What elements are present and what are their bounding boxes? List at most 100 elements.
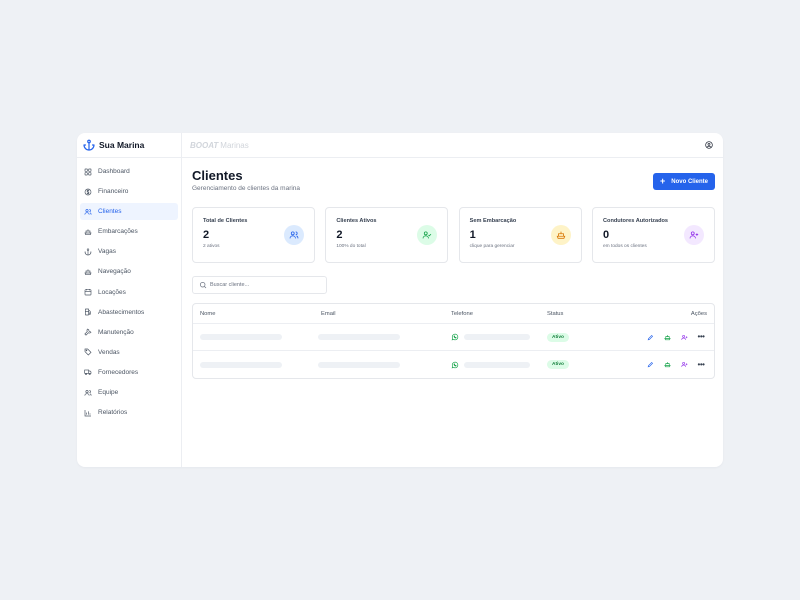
sidebar-nav: Dashboard Financeiro Clientes Embarcaçõe… bbox=[77, 158, 181, 421]
sidebar-item-manutencao[interactable]: Manutenção bbox=[80, 324, 178, 341]
sidebar-item-locacoes[interactable]: Locações bbox=[80, 284, 178, 301]
sidebar-item-label: Dashboard bbox=[98, 168, 130, 175]
page-title: Clientes bbox=[192, 168, 243, 183]
sidebar-item-abastecimentos[interactable]: Abastecimentos bbox=[80, 304, 178, 321]
whatsapp-icon[interactable] bbox=[451, 361, 459, 369]
chart-icon bbox=[84, 409, 91, 416]
name-placeholder bbox=[200, 334, 282, 340]
ship-icon bbox=[84, 269, 92, 275]
column-header-actions: Ações bbox=[690, 310, 707, 317]
sidebar-item-financeiro[interactable]: Financeiro bbox=[80, 183, 178, 200]
users-icon bbox=[84, 208, 92, 215]
email-placeholder bbox=[318, 361, 400, 368]
truck-icon bbox=[84, 370, 92, 376]
column-header-status[interactable]: Status bbox=[547, 311, 563, 317]
status-badge: Ativo bbox=[547, 332, 569, 342]
anchor-icon bbox=[84, 248, 92, 256]
fuel-icon bbox=[85, 308, 91, 316]
brand-name: Sua Marina bbox=[99, 140, 145, 150]
column-header-email[interactable]: Email bbox=[321, 311, 336, 317]
users-icon bbox=[289, 231, 299, 239]
page-body: Clientes Gerenciamento de clientes da ma… bbox=[182, 169, 723, 379]
ship-icon bbox=[663, 362, 671, 368]
ship-icon bbox=[84, 229, 92, 235]
sidebar-item-clientes[interactable]: Clientes bbox=[80, 203, 178, 221]
table-row[interactable]: Ativo ••• bbox=[193, 351, 714, 378]
new-client-button-label: Novo Cliente bbox=[671, 178, 708, 185]
sidebar-item-equipe[interactable]: Equipe bbox=[80, 384, 178, 401]
topbar-logo: BOOAT Marinas bbox=[190, 141, 249, 150]
page-header: Clientes Gerenciamento de clientes da ma… bbox=[192, 169, 715, 192]
sidebar-item-dashboard[interactable]: Dashboard bbox=[80, 163, 178, 180]
topbar-logo-rest: Marinas bbox=[220, 140, 249, 150]
ship-icon bbox=[556, 231, 566, 239]
stat-card-note: clique para gerenciar bbox=[469, 244, 515, 249]
search-input[interactable] bbox=[210, 282, 320, 288]
stat-card-note: 100% do total bbox=[336, 244, 366, 249]
sidebar-item-label: Embarcações bbox=[98, 228, 138, 236]
new-client-button[interactable]: + Novo Cliente bbox=[653, 173, 715, 190]
boat-button[interactable] bbox=[663, 333, 671, 341]
email-placeholder bbox=[318, 334, 400, 340]
pencil-icon bbox=[647, 334, 653, 340]
sidebar-item-label: Clientes bbox=[98, 208, 122, 216]
driver-button[interactable] bbox=[680, 333, 688, 341]
sidebar-item-label: Relatórios bbox=[98, 409, 128, 417]
sidebar-item-label: Fornecedores bbox=[98, 368, 139, 376]
driver-button[interactable] bbox=[680, 361, 688, 369]
user-check-icon bbox=[422, 231, 432, 239]
stat-card-drivers: Condutores Autorizados 0 em todos os cli… bbox=[591, 207, 715, 263]
ship-icon bbox=[663, 334, 671, 340]
boat-button[interactable] bbox=[663, 361, 671, 369]
sidebar-item-embarcacoes[interactable]: Embarcações bbox=[80, 223, 178, 240]
stat-card-note: em todos os clientes bbox=[602, 244, 647, 249]
search-field[interactable] bbox=[192, 276, 327, 294]
sidebar-item-label: Abastecimentos bbox=[98, 308, 145, 316]
stat-card-without-boat[interactable]: Sem Embarcação 1 clique para gerenciar bbox=[458, 207, 582, 263]
sidebar-item-vagas[interactable]: Vagas bbox=[80, 243, 178, 260]
sidebar-item-label: Vagas bbox=[98, 248, 116, 256]
topbar-logo-bold: BOOAT bbox=[190, 140, 219, 150]
page-subtitle: Gerenciamento de clientes da marina bbox=[192, 185, 301, 192]
sidebar-item-navegacao[interactable]: Navegação bbox=[80, 263, 178, 280]
more-options-icon[interactable]: ••• bbox=[697, 333, 705, 341]
name-placeholder bbox=[200, 361, 282, 368]
phone-placeholder bbox=[464, 361, 530, 368]
column-header-name[interactable]: Nome bbox=[200, 311, 215, 317]
user-plus-icon bbox=[680, 334, 687, 340]
anchor-icon bbox=[83, 139, 95, 151]
main-content: BOOAT Marinas Clientes Gerenciamento de c… bbox=[182, 133, 723, 467]
topbar: BOOAT Marinas bbox=[182, 133, 723, 158]
brand[interactable]: Sua Marina bbox=[77, 133, 181, 158]
sidebar-item-relatorios[interactable]: Relatórios bbox=[80, 404, 178, 421]
stat-card-icon-wrap bbox=[550, 225, 571, 245]
pencil-icon bbox=[647, 362, 653, 368]
sidebar-item-label: Financeiro bbox=[98, 188, 129, 196]
user-circle-icon bbox=[705, 141, 713, 149]
dollar-icon bbox=[84, 188, 92, 195]
stat-card-icon-wrap bbox=[417, 225, 438, 245]
sidebar: Sua Marina Dashboard Financeiro Clientes… bbox=[77, 133, 182, 467]
column-header-phone[interactable]: Telefone bbox=[451, 311, 473, 317]
clients-table: Nome Email Telefone Status Ações Ativo •… bbox=[192, 303, 715, 379]
edit-button[interactable] bbox=[646, 333, 654, 341]
stat-card-title: Sem Embarcação bbox=[469, 218, 517, 224]
sidebar-item-label: Navegação bbox=[98, 268, 131, 276]
edit-button[interactable] bbox=[646, 361, 654, 369]
sidebar-item-label: Locações bbox=[98, 288, 126, 296]
stat-card-note: 2 ativos bbox=[203, 244, 220, 249]
user-menu-button[interactable] bbox=[704, 140, 714, 150]
stats-cards: Total de Clientes 2 2 ativos Clientes At… bbox=[192, 207, 715, 263]
tag-icon bbox=[84, 349, 92, 356]
sidebar-item-fornecedores[interactable]: Fornecedores bbox=[80, 364, 178, 381]
sidebar-item-vendas[interactable]: Vendas bbox=[80, 344, 178, 361]
whatsapp-icon[interactable] bbox=[451, 333, 459, 341]
table-row[interactable]: Ativo ••• bbox=[193, 324, 714, 351]
user-plus-icon bbox=[680, 361, 687, 367]
more-options-icon[interactable]: ••• bbox=[697, 360, 705, 369]
status-badge: Ativo bbox=[547, 360, 569, 369]
plus-icon: + bbox=[660, 176, 666, 186]
wrench-icon bbox=[84, 328, 92, 336]
stat-card-active: Clientes Ativos 2 100% do total bbox=[325, 207, 449, 263]
calendar-icon bbox=[84, 289, 92, 296]
